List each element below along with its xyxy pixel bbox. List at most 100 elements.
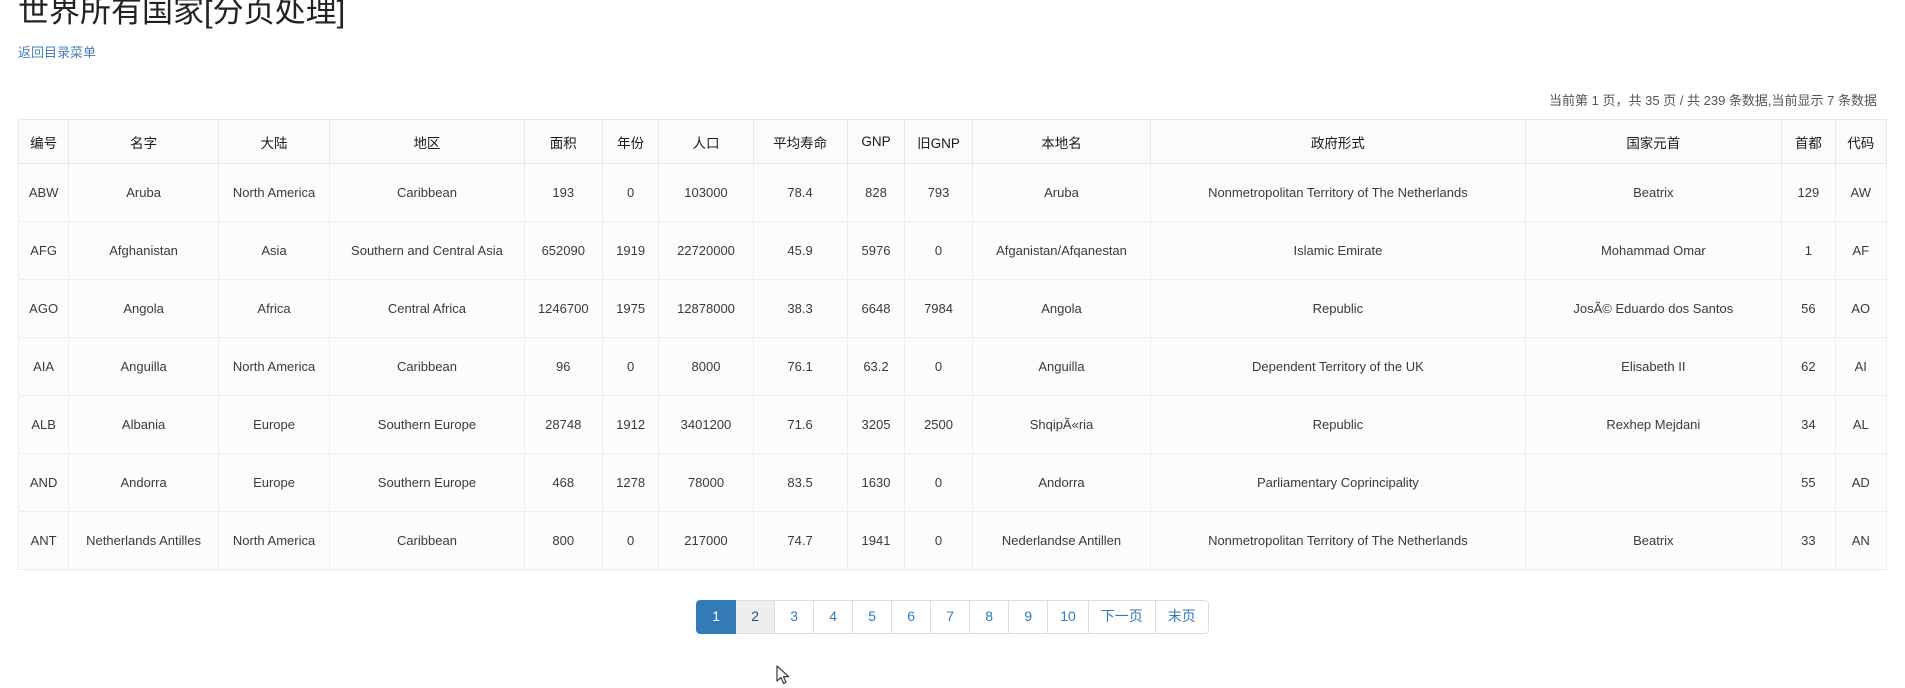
cell-name: Aruba — [68, 163, 219, 222]
pagination-list-item[interactable]: 8 — [970, 600, 1010, 634]
cell-local-name: ShqipÃ«ria — [971, 395, 1152, 454]
cell-head-of-state: Beatrix — [1524, 511, 1783, 570]
column-header-local-name: 本地名 — [971, 119, 1152, 164]
cell-code: AO — [1834, 279, 1888, 338]
cell-region: Caribbean — [329, 511, 525, 570]
mouse-cursor-icon — [776, 665, 790, 685]
cell-name: Netherlands Antilles — [68, 511, 219, 570]
pagination-list-item[interactable]: 1 — [696, 600, 737, 634]
cell-name: Albania — [68, 395, 219, 454]
cell-gnp: 1941 — [846, 511, 906, 570]
cell-local-name: Aruba — [971, 163, 1152, 222]
pagination-list-item[interactable]: 5 — [853, 600, 893, 634]
pagination-list-item[interactable]: 末页 — [1155, 600, 1209, 634]
cell-id: AGO — [17, 279, 70, 338]
table-row: AFG Afghanistan Asia Southern and Central A… — [17, 221, 1888, 280]
pagination-status-text: 当前第 1 页，共 35 页 / 共 239 条数据,当前显示 7 条数据 — [1549, 93, 1877, 108]
cell-head-of-state — [1524, 453, 1783, 512]
cell-area: 652090 — [523, 221, 603, 280]
pagination-list-item[interactable]: 9 — [1009, 600, 1049, 634]
pagination-list-item[interactable]: 4 — [814, 600, 854, 634]
cell-region: Southern Europe — [329, 395, 525, 454]
cell-id: AFG — [17, 221, 70, 280]
column-header-government-form: 政府形式 — [1150, 119, 1526, 164]
cell-government-form: Republic — [1150, 395, 1526, 454]
cell-population: 217000 — [658, 511, 754, 570]
cell-name: Angola — [68, 279, 219, 338]
cell-area: 1246700 — [523, 279, 603, 338]
cell-continent: Asia — [217, 221, 331, 280]
table-header: 编号 名字 大陆 地区 面积 年份 人口 平均寿命 GNP 旧GNP 本地名 政… — [17, 119, 1888, 164]
cell-code: AD — [1834, 453, 1888, 512]
pagination-list-item[interactable]: 10 — [1048, 600, 1089, 634]
cell-region: Caribbean — [329, 163, 525, 222]
cell-capital: 56 — [1781, 279, 1836, 338]
cell-local-name: Nederlandse Antillen — [971, 511, 1152, 570]
cell-region: Southern and Central Asia — [329, 221, 525, 280]
cell-gnp: 63.2 — [846, 337, 906, 396]
cell-gnp: 3205 — [846, 395, 906, 454]
cell-name: Andorra — [68, 453, 219, 512]
column-header-continent: 大陆 — [217, 119, 331, 164]
back-to-menu-link[interactable]: 返回目录菜单 — [18, 45, 96, 60]
cell-area: 96 — [523, 337, 603, 396]
pagination-list-item[interactable]: 下一页 — [1088, 600, 1156, 634]
cell-year: 1919 — [601, 221, 660, 280]
cell-gnp: 6648 — [846, 279, 906, 338]
pagination-list-item[interactable]: 6 — [892, 600, 932, 634]
cell-gnp: 828 — [846, 163, 906, 222]
cell-code: AL — [1834, 395, 1888, 454]
cell-continent: Europe — [217, 395, 331, 454]
status-row: 当前第 1 页，共 35 页 / 共 239 条数据,当前显示 7 条数据 — [14, 90, 1891, 110]
table-row: AIA Anguilla North America Caribbean 96 0 8000… — [17, 337, 1888, 396]
pagination: 1 2 3 4 5 6 7 8 9 10 下一页 末页 — [696, 600, 1209, 634]
cell-area: 193 — [523, 163, 603, 222]
pagination-item-5[interactable]: 5 — [853, 600, 893, 634]
pagination-item-7[interactable]: 7 — [931, 600, 971, 634]
cell-life-expectancy: 74.7 — [752, 511, 848, 570]
cell-population: 12878000 — [658, 279, 754, 338]
cell-region: Central Africa — [329, 279, 525, 338]
cell-gnp-old: 0 — [904, 337, 973, 396]
pagination-list-item[interactable]: 2 — [736, 600, 776, 634]
pagination-item-6[interactable]: 6 — [892, 600, 932, 634]
cell-life-expectancy: 71.6 — [752, 395, 848, 454]
pagination-item-4[interactable]: 4 — [814, 600, 854, 634]
pagination-item-末页[interactable]: 末页 — [1155, 600, 1209, 634]
cell-code: AF — [1834, 221, 1888, 280]
column-header-id: 编号 — [17, 119, 70, 164]
table-row: ABW Aruba North America Caribbean 193 0 103000… — [17, 163, 1888, 222]
cell-continent: North America — [217, 163, 331, 222]
cell-head-of-state: Elisabeth II — [1524, 337, 1783, 396]
pagination-item-3[interactable]: 3 — [775, 600, 815, 634]
pagination-list-item[interactable]: 7 — [931, 600, 971, 634]
cell-life-expectancy: 83.5 — [752, 453, 848, 512]
cell-gnp: 5976 — [846, 221, 906, 280]
cell-life-expectancy: 78.4 — [752, 163, 848, 222]
pagination-item-8[interactable]: 8 — [970, 600, 1010, 634]
cell-capital: 34 — [1781, 395, 1836, 454]
cell-population: 103000 — [658, 163, 754, 222]
cell-region: Southern Europe — [329, 453, 525, 512]
cell-id: AND — [17, 453, 70, 512]
cell-government-form: Nonmetropolitan Territory of The Netherl… — [1150, 511, 1526, 570]
cell-government-form: Islamic Emirate — [1150, 221, 1526, 280]
pagination-list-item[interactable]: 3 — [775, 600, 815, 634]
pagination-item-2[interactable]: 2 — [736, 600, 776, 634]
cell-id: ABW — [17, 163, 70, 222]
pagination-item-1[interactable]: 1 — [696, 600, 737, 634]
pagination-item-9[interactable]: 9 — [1009, 600, 1049, 634]
cell-population: 78000 — [658, 453, 754, 512]
pagination-item-下一页[interactable]: 下一页 — [1088, 600, 1156, 634]
cell-local-name: Andorra — [971, 453, 1152, 512]
cell-government-form: Republic — [1150, 279, 1526, 338]
cell-year: 0 — [601, 511, 660, 570]
cell-government-form: Parliamentary Coprincipality — [1150, 453, 1526, 512]
cell-id: AIA — [17, 337, 70, 396]
cell-area: 28748 — [523, 395, 603, 454]
cell-gnp: 1630 — [846, 453, 906, 512]
cell-population: 22720000 — [658, 221, 754, 280]
pagination-item-10[interactable]: 10 — [1048, 600, 1089, 634]
cell-year: 1912 — [601, 395, 660, 454]
cell-code: AN — [1834, 511, 1888, 570]
